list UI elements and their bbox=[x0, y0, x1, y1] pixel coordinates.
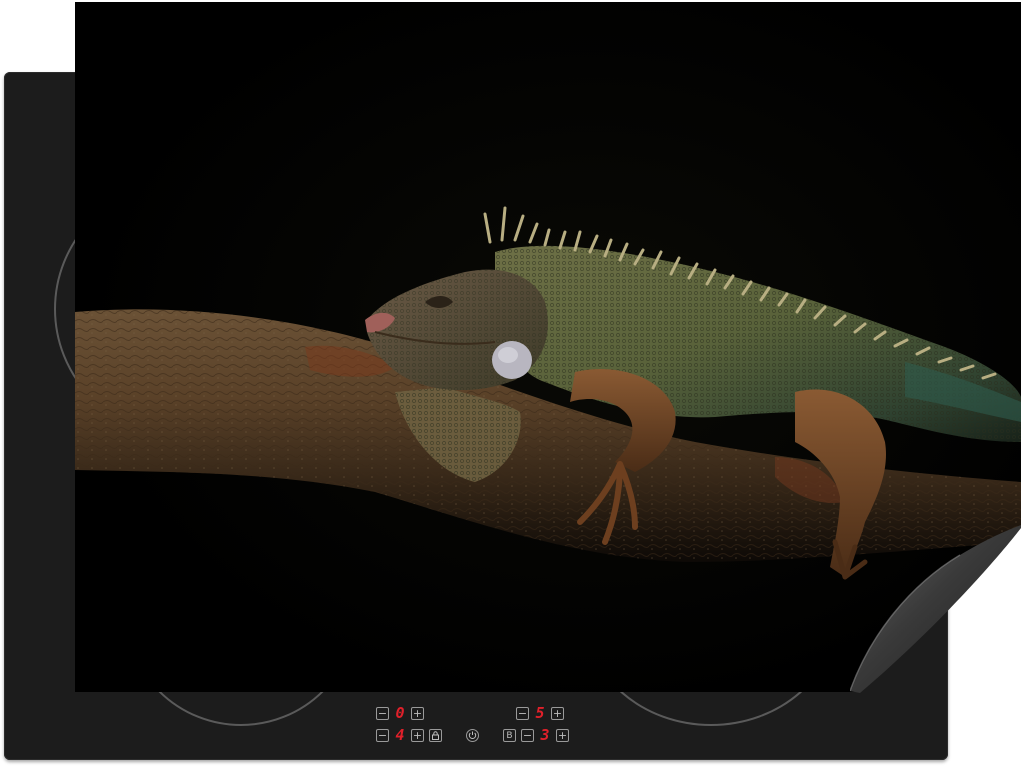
hob-control-panel: − 0 + − 5 + − 4 + B − 3 + bbox=[370, 700, 590, 752]
plus-button[interactable]: + bbox=[411, 728, 424, 742]
minus-button[interactable]: − bbox=[516, 706, 529, 720]
power-level-display: 4 bbox=[395, 726, 405, 744]
minus-button[interactable]: − bbox=[376, 706, 389, 720]
power-level-display: 3 bbox=[540, 726, 550, 744]
curled-mat-corner bbox=[850, 525, 1021, 693]
power-level-display: 5 bbox=[535, 704, 545, 722]
power-icon[interactable] bbox=[466, 728, 479, 742]
booster-button[interactable]: B bbox=[503, 728, 516, 742]
lock-icon[interactable] bbox=[429, 728, 442, 742]
plus-button[interactable]: + bbox=[556, 728, 569, 742]
plus-button[interactable]: + bbox=[411, 706, 424, 720]
minus-button[interactable]: − bbox=[521, 728, 534, 742]
power-level-display: 0 bbox=[395, 704, 405, 722]
minus-button[interactable]: − bbox=[376, 728, 389, 742]
plus-button[interactable]: + bbox=[551, 706, 564, 720]
